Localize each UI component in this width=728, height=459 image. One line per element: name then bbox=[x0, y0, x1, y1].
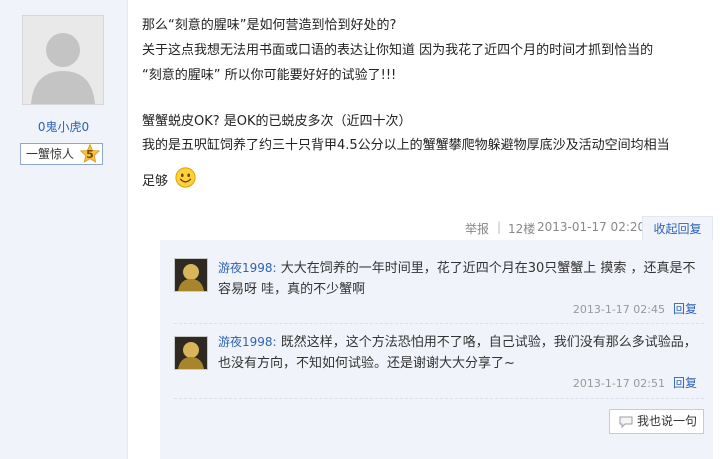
rank-label: 一蟹惊人 bbox=[26, 147, 75, 161]
user-avatar-icon bbox=[175, 259, 207, 291]
avatar[interactable] bbox=[22, 15, 104, 105]
fold-reply-button[interactable]: 收起回复 bbox=[642, 216, 713, 240]
user-avatar-icon bbox=[175, 337, 207, 369]
post-line-3: “刻意的腥味” 所以你可能要好好的试验了!!! bbox=[142, 68, 397, 83]
post-line-2: 关于这点我想无法用书面或口语的表达让你知道 因为我花了近四个月的时间才抓到恰当的 bbox=[142, 43, 654, 58]
reply-time: 2013-1-17 02:51 bbox=[572, 377, 665, 390]
meta-separator: | bbox=[497, 220, 502, 234]
post-line-5: 我的是五呎缸饲养了约三十只背甲4.5公分以上的蟹蟹攀爬物躲避物厚底沙及活动空间均… bbox=[142, 138, 670, 153]
smile-emoticon-icon bbox=[175, 167, 196, 188]
reply-divider bbox=[174, 398, 704, 399]
reply-text: 大大在饲养的一年时间里，花了近四个月在30只蟹蟹上 摸索 ，还真是不容易呀 哇，… bbox=[218, 261, 696, 297]
reply-content: 游夜1998: 大大在饲养的一年时间里，花了近四个月在30只蟹蟹上 摸索 ，还真… bbox=[218, 258, 703, 300]
post-line-4: 蟹蟹蜕皮OK? 是OK的已蜕皮多次（近四十次） bbox=[142, 114, 412, 129]
post-meta-bar: 举报 | 12楼 2013-01-17 02:20 收起回复 bbox=[0, 216, 720, 240]
reply-time: 2013-1-17 02:45 bbox=[572, 303, 665, 316]
author-name[interactable]: 0鬼小虎0 bbox=[0, 118, 127, 135]
say-something-label: 我也说一句 bbox=[637, 414, 698, 428]
reply-divider bbox=[174, 323, 704, 324]
reply-avatar[interactable] bbox=[174, 336, 208, 370]
say-something-button[interactable]: 我也说一句 bbox=[609, 409, 704, 434]
rank-badge[interactable]: 一蟹惊人 5 bbox=[20, 143, 103, 165]
post-line-6-text: 足够 bbox=[142, 174, 169, 189]
post-time: 2013-01-17 02:20 bbox=[537, 220, 646, 234]
reply-colon: : bbox=[272, 335, 277, 349]
reply-user-link[interactable]: 游夜1998 bbox=[218, 261, 273, 275]
reply-meta: 2013-1-17 02:45 回复 bbox=[573, 300, 697, 317]
default-avatar-icon bbox=[23, 16, 103, 104]
reply-button[interactable]: 回复 bbox=[673, 302, 697, 316]
report-link[interactable]: 举报 bbox=[465, 220, 489, 237]
reply-meta: 2013-1-17 02:51 回复 bbox=[573, 374, 697, 391]
reply-button[interactable]: 回复 bbox=[673, 376, 697, 390]
reply-text: 既然这样，这个方法恐怕用不了咯，自己试验，我们没有那么多试验品，也没有方向，不知… bbox=[218, 335, 697, 371]
rank-level: 5 bbox=[86, 148, 94, 161]
floor-number: 12楼 bbox=[508, 222, 536, 236]
post-line-6: 足够 bbox=[142, 167, 196, 194]
post-line-1: 那么“刻意的腥味”是如何营造到恰到好处的? bbox=[142, 18, 397, 33]
reply-colon: : bbox=[272, 261, 277, 275]
reply-avatar[interactable] bbox=[174, 258, 208, 292]
reply-user-link[interactable]: 游夜1998 bbox=[218, 335, 273, 349]
rank-level-icon: 5 bbox=[79, 143, 101, 164]
comment-icon bbox=[619, 416, 633, 428]
reply-content: 游夜1998: 既然这样，这个方法恐怕用不了咯，自己试验，我们没有那么多试验品，… bbox=[218, 332, 703, 374]
